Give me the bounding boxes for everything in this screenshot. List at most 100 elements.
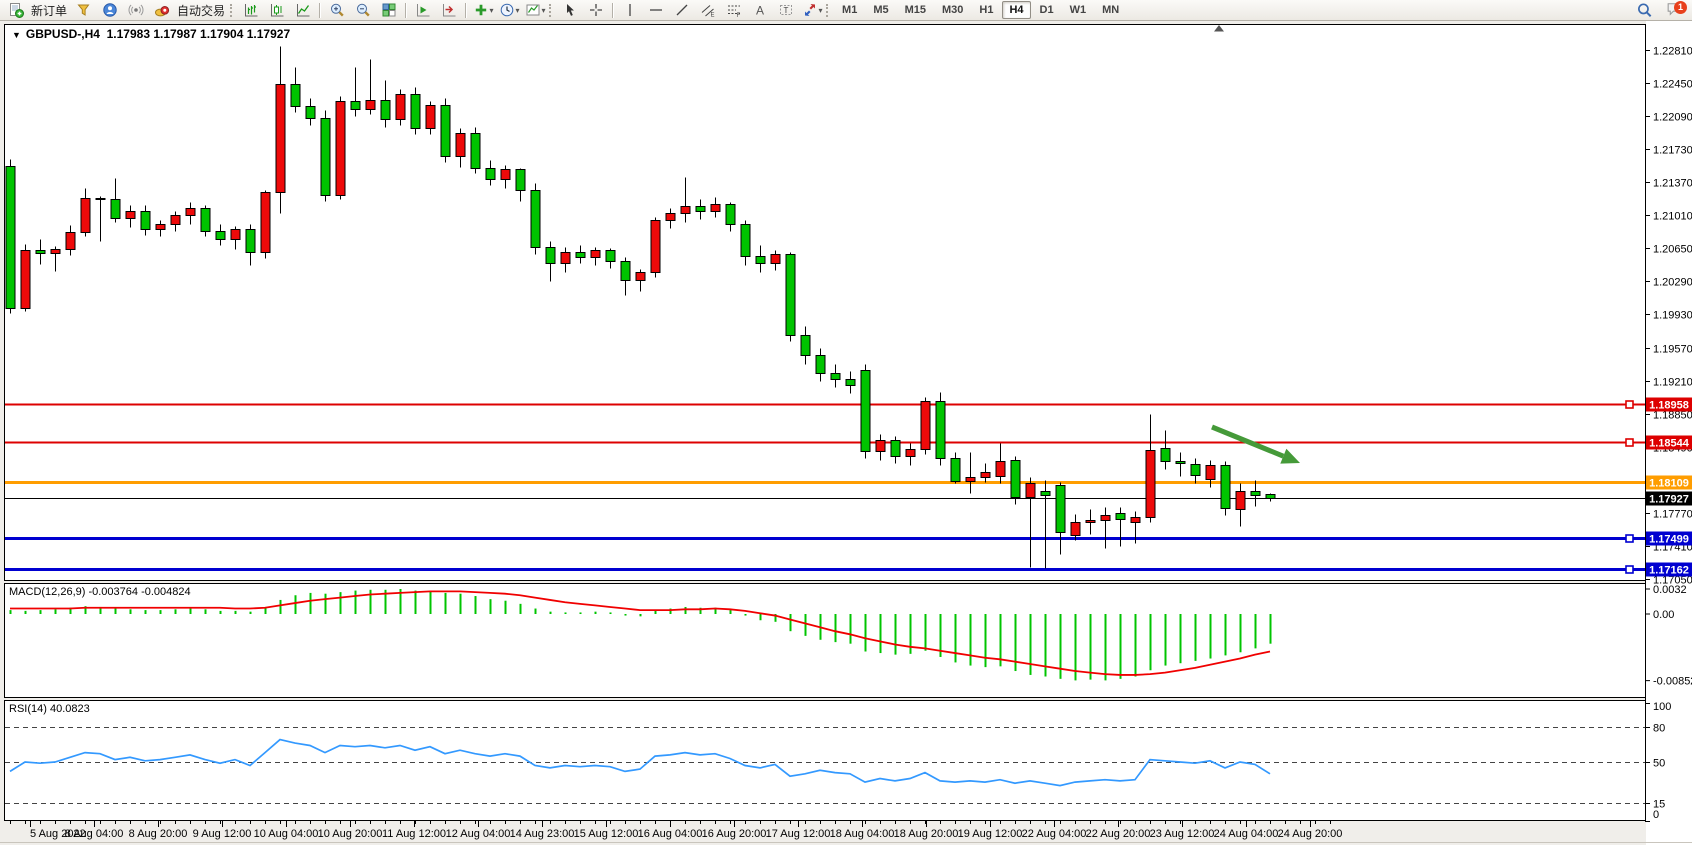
candle-body	[6, 167, 15, 309]
line-chart-button[interactable]	[290, 1, 316, 20]
svg-text:19 Aug 12:00: 19 Aug 12:00	[958, 828, 1023, 840]
candle-body	[1131, 518, 1140, 523]
svg-text:E: E	[711, 13, 715, 19]
tf-button-M5[interactable]: M5	[866, 1, 895, 19]
chart-canvas[interactable]: 1.228101.224501.220901.217301.213701.210…	[0, 21, 1692, 845]
chat-button[interactable]: 1	[1665, 0, 1683, 22]
toolbar-drag-handle[interactable]	[549, 4, 554, 17]
svg-text:100: 100	[1653, 701, 1671, 713]
text-icon: A	[752, 2, 768, 18]
candle-body	[831, 374, 840, 380]
candle-body	[171, 216, 180, 225]
candle-body	[861, 371, 870, 452]
bar-chart-button[interactable]	[238, 1, 264, 20]
search-button[interactable]	[1631, 1, 1657, 20]
svg-text:15 Aug 12:00: 15 Aug 12:00	[574, 828, 639, 840]
macd-indicator-label: MACD(12,26,9) -0.003764 -0.004824	[9, 586, 191, 598]
signals-button[interactable]	[123, 1, 149, 20]
svg-text:T: T	[784, 6, 789, 15]
new-order-button[interactable]	[3, 1, 29, 20]
arrows-button[interactable]: ▾	[799, 1, 825, 20]
text-button[interactable]: A	[747, 1, 773, 20]
new-order-label[interactable]: 新订单	[31, 2, 67, 19]
candle-body	[786, 255, 795, 336]
candle-body	[96, 199, 105, 200]
funnel-icon	[76, 2, 92, 18]
tf-button-M1[interactable]: M1	[835, 1, 864, 19]
candle-body	[471, 134, 480, 169]
tf-button-H1[interactable]: H1	[972, 1, 1000, 19]
cursor-button[interactable]	[557, 1, 583, 20]
auto-scroll-icon	[415, 2, 431, 18]
tf-button-D1[interactable]: D1	[1033, 1, 1061, 19]
fibonacci-button[interactable]: F	[721, 1, 747, 20]
toolbar-drag-handle[interactable]	[826, 4, 831, 17]
svg-text:1.21370: 1.21370	[1653, 178, 1692, 190]
candle-body	[81, 199, 90, 233]
zoom-out-button[interactable]	[350, 1, 376, 20]
funnel-button[interactable]	[71, 1, 97, 20]
svg-text:1.18958: 1.18958	[1649, 400, 1689, 412]
tf-button-M30[interactable]: M30	[935, 1, 970, 19]
hline-handle[interactable]	[1626, 439, 1633, 446]
svg-text:A: A	[756, 4, 764, 18]
price-panel[interactable]	[5, 25, 1646, 581]
mt4-window: 新订单 自动交易	[0, 0, 1692, 845]
horizontal-line-button[interactable]	[643, 1, 669, 20]
tf-button-H4[interactable]: H4	[1002, 1, 1030, 19]
vertical-line-button[interactable]	[617, 1, 643, 20]
autotrading-button[interactable]	[149, 1, 175, 20]
crosshair-button[interactable]	[583, 1, 609, 20]
toolbar-right: 1	[1631, 0, 1689, 21]
indicators-button[interactable]: ▾	[470, 1, 496, 20]
zoom-in-button[interactable]	[324, 1, 350, 20]
auto-scroll-button[interactable]	[410, 1, 436, 20]
equidistant-channel-button[interactable]: E	[695, 1, 721, 20]
dropdown-caret-icon[interactable]: ▾	[819, 6, 823, 15]
dropdown-caret-icon[interactable]: ▾	[542, 6, 546, 15]
candle-body	[996, 462, 1005, 477]
vertical-line-icon	[622, 2, 638, 18]
text-label-button[interactable]: T	[773, 1, 799, 20]
periods-button[interactable]: ▾	[496, 1, 522, 20]
candle-body	[651, 221, 660, 273]
candle-body	[456, 134, 465, 157]
autotrading-label[interactable]: 自动交易	[177, 2, 225, 19]
time-axis[interactable]: 5 Aug 20228 Aug 04:008 Aug 20:009 Aug 12…	[11, 821, 1343, 840]
macd-panel[interactable]	[5, 584, 1646, 698]
community-icon	[102, 2, 118, 18]
tile-windows-button[interactable]	[376, 1, 402, 20]
svg-text:1.22810: 1.22810	[1653, 46, 1692, 58]
svg-text:1.21730: 1.21730	[1653, 145, 1692, 157]
rsi-panel[interactable]	[5, 701, 1646, 821]
rsi-indicator-label: RSI(14) 40.0823	[9, 703, 90, 715]
tf-button-M15[interactable]: M15	[898, 1, 933, 19]
dropdown-caret-icon[interactable]: ▾	[516, 6, 520, 15]
dropdown-caret-icon[interactable]: ▾	[490, 6, 494, 15]
candle-body	[951, 459, 960, 482]
candle-body	[261, 193, 270, 253]
toolbar-drag-handle[interactable]	[230, 4, 235, 17]
templates-button[interactable]: ▾	[522, 1, 548, 20]
notification-badge[interactable]: 1	[1674, 1, 1687, 14]
tf-button-W1[interactable]: W1	[1063, 1, 1094, 19]
window-expand-icon[interactable]: ▼	[12, 30, 21, 40]
candle-body	[36, 251, 45, 254]
chart-symbol-period: GBPUSD-,H4	[26, 27, 100, 41]
community-button[interactable]	[97, 1, 123, 20]
candle-body	[756, 257, 765, 264]
tf-button-MN[interactable]: MN	[1095, 1, 1126, 19]
candlestick-chart-button[interactable]	[264, 1, 290, 20]
candle-body	[141, 212, 150, 230]
toolbar-separator	[405, 3, 407, 18]
hline-handle[interactable]	[1626, 401, 1633, 408]
cursor-icon	[562, 2, 578, 18]
trendline-button[interactable]	[669, 1, 695, 20]
hline-handle[interactable]	[1626, 535, 1633, 542]
candle-body	[531, 191, 540, 248]
candle-body	[486, 169, 495, 180]
svg-text:-0.008529: -0.008529	[1653, 676, 1692, 688]
chart-shift-button[interactable]	[436, 1, 462, 20]
hline-handle[interactable]	[1626, 566, 1633, 573]
candle-body	[741, 225, 750, 257]
